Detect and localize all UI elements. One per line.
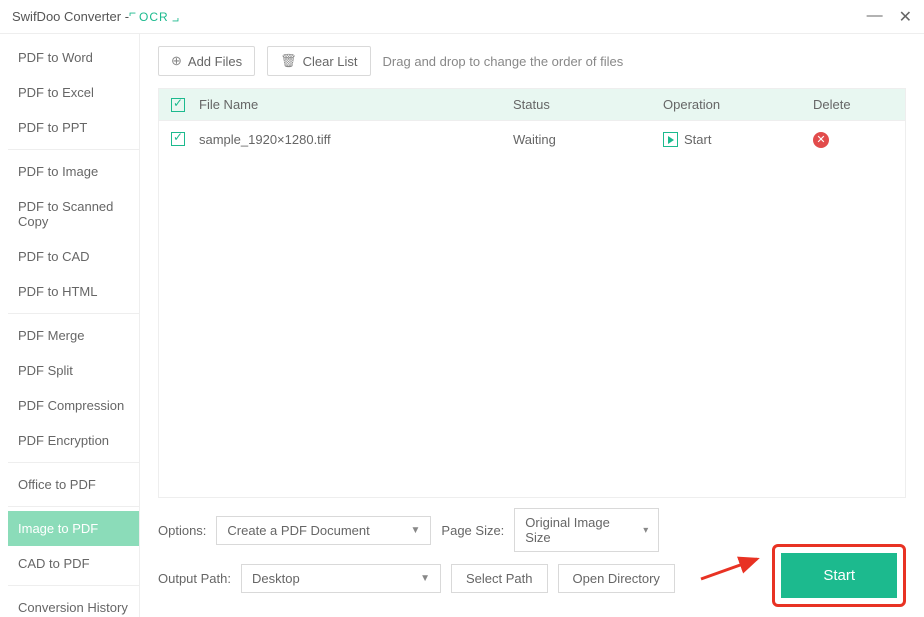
sidebar-separator bbox=[8, 313, 139, 314]
clear-list-label: Clear List bbox=[303, 54, 358, 69]
options-value: Create a PDF Document bbox=[227, 523, 369, 538]
sidebar-item-pdf-to-excel[interactable]: PDF to Excel bbox=[8, 75, 139, 110]
app-title: SwifDoo Converter - bbox=[12, 9, 129, 24]
add-files-label: Add Files bbox=[188, 54, 242, 69]
sidebar-item-pdf-to-html[interactable]: PDF to HTML bbox=[8, 274, 139, 309]
toolbar: ⊕ Add Files 🗑 Clear List Drag and drop t… bbox=[158, 46, 906, 76]
add-files-button[interactable]: ⊕ Add Files bbox=[158, 46, 255, 76]
sidebar-item-pdf-to-ppt[interactable]: PDF to PPT bbox=[8, 110, 139, 145]
output-path-label: Output Path: bbox=[158, 571, 231, 586]
sidebar-separator bbox=[8, 149, 139, 150]
select-path-button[interactable]: Select Path bbox=[451, 564, 548, 593]
sidebar-item-image-to-pdf[interactable]: Image to PDF bbox=[8, 511, 139, 546]
open-directory-button[interactable]: Open Directory bbox=[558, 564, 675, 593]
col-filename: File Name bbox=[199, 97, 513, 112]
sidebar-item-pdf-encryption[interactable]: PDF Encryption bbox=[8, 423, 139, 458]
pagesize-select[interactable]: Original Image Size ▾ bbox=[514, 508, 659, 552]
caret-down-icon: ▾ bbox=[643, 525, 648, 536]
select-all-checkbox[interactable] bbox=[171, 98, 185, 112]
file-table: File Name Status Operation Delete sample… bbox=[158, 88, 906, 498]
minimize-button[interactable]: — bbox=[867, 7, 883, 27]
col-operation: Operation bbox=[663, 97, 813, 112]
sidebar-item-pdf-to-scanned[interactable]: PDF to Scanned Copy bbox=[8, 189, 139, 239]
drag-hint: Drag and drop to change the order of fil… bbox=[383, 54, 624, 69]
sidebar: PDF to WordPDF to ExcelPDF to PPT PDF to … bbox=[0, 34, 140, 617]
sidebar-item-pdf-merge[interactable]: PDF Merge bbox=[8, 318, 139, 353]
table-header: File Name Status Operation Delete bbox=[159, 89, 905, 120]
row-checkbox[interactable] bbox=[171, 132, 185, 146]
plus-circle-icon: ⊕ bbox=[171, 53, 182, 69]
options-label: Options: bbox=[158, 523, 206, 538]
sidebar-item-pdf-to-cad[interactable]: PDF to CAD bbox=[8, 239, 139, 274]
sidebar-item-cad-to-pdf[interactable]: CAD to PDF bbox=[8, 546, 139, 581]
close-button[interactable]: ✕ bbox=[899, 7, 912, 27]
pagesize-value: Original Image Size bbox=[525, 515, 635, 545]
delete-row-button[interactable]: ✕ bbox=[813, 132, 829, 148]
cell-operation[interactable]: Start bbox=[663, 132, 813, 148]
sidebar-separator bbox=[8, 462, 139, 463]
sidebar-item-office-to-pdf[interactable]: Office to PDF bbox=[8, 467, 139, 502]
sidebar-item-pdf-compression[interactable]: PDF Compression bbox=[8, 388, 139, 423]
sidebar-separator bbox=[8, 585, 139, 586]
table-row: sample_1920×1280.tiffWaitingStart✕ bbox=[159, 120, 905, 158]
trash-icon: 🗑 bbox=[280, 53, 297, 69]
start-highlight: Start bbox=[772, 544, 906, 607]
col-delete: Delete bbox=[813, 97, 893, 112]
sidebar-item-pdf-split[interactable]: PDF Split bbox=[8, 353, 139, 388]
col-status: Status bbox=[513, 97, 663, 112]
sidebar-separator bbox=[8, 506, 139, 507]
caret-down-icon: ▼ bbox=[420, 573, 430, 584]
sidebar-item-history[interactable]: Conversion History bbox=[8, 590, 139, 617]
sidebar-item-pdf-to-word[interactable]: PDF to Word bbox=[8, 40, 139, 75]
caret-down-icon: ▼ bbox=[411, 525, 421, 536]
cell-status: Waiting bbox=[513, 132, 663, 147]
pagesize-label: Page Size: bbox=[441, 523, 504, 538]
ocr-badge: OCR bbox=[133, 10, 175, 24]
options-select[interactable]: Create a PDF Document ▼ bbox=[216, 516, 431, 545]
sidebar-item-pdf-to-image[interactable]: PDF to Image bbox=[8, 154, 139, 189]
cell-filename: sample_1920×1280.tiff bbox=[199, 132, 513, 147]
output-path-select[interactable]: Desktop ▼ bbox=[241, 564, 441, 593]
clear-list-button[interactable]: 🗑 Clear List bbox=[267, 46, 370, 76]
titlebar: SwifDoo Converter - OCR — ✕ bbox=[0, 0, 924, 34]
output-path-value: Desktop bbox=[252, 571, 300, 586]
start-button[interactable]: Start bbox=[781, 553, 897, 598]
play-icon bbox=[663, 132, 678, 147]
